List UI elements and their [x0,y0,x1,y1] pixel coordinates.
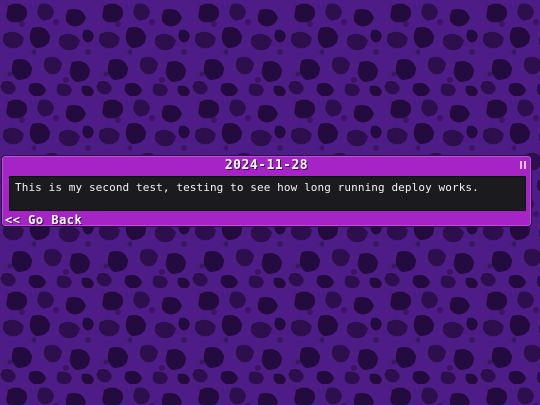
go-back-button[interactable]: << Go Back [5,213,82,227]
pause-bar-right [524,161,526,169]
entry-content-box: This is my second test, testing to see h… [9,176,526,211]
window-titlebar: 2024-11-28 [2,156,531,174]
pause-icon[interactable] [520,161,526,169]
entry-window: 2024-11-28 This is my second test, testi… [1,155,532,227]
entry-message: This is my second test, testing to see h… [15,181,479,194]
pause-bar-left [520,161,522,169]
entry-date-title: 2024-11-28 [224,157,309,173]
